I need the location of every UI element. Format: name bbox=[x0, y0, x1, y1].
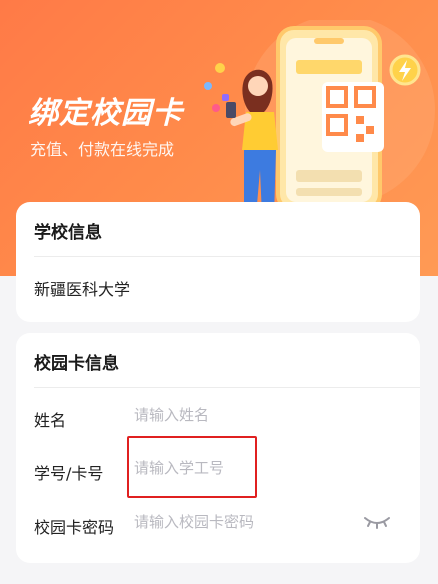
student-id-highlight-box bbox=[127, 436, 257, 498]
school-info-card: 学校信息 新疆医科大学 bbox=[16, 202, 420, 322]
campus-card-info-title: 校园卡信息 bbox=[34, 354, 119, 374]
divider bbox=[34, 256, 420, 257]
person-illustration bbox=[226, 69, 278, 220]
name-label: 姓名 bbox=[34, 411, 67, 430]
qr-code-icon bbox=[322, 82, 384, 152]
eye-closed-icon[interactable] bbox=[362, 510, 392, 532]
student-id-label: 学号/卡号 bbox=[34, 464, 104, 483]
card-password-input[interactable] bbox=[134, 513, 354, 531]
divider bbox=[34, 387, 420, 388]
banner-illustration bbox=[204, 20, 435, 220]
banner-title: 绑定校园卡 bbox=[28, 96, 183, 131]
banner-subtitle: 充值、付款在线完成 bbox=[30, 140, 175, 159]
card-password-label: 校园卡密码 bbox=[34, 518, 115, 537]
name-input[interactable] bbox=[134, 406, 354, 424]
school-name[interactable]: 新疆医科大学 bbox=[34, 276, 130, 300]
school-info-title: 学校信息 bbox=[34, 223, 102, 243]
lightning-coin-icon bbox=[389, 54, 421, 86]
